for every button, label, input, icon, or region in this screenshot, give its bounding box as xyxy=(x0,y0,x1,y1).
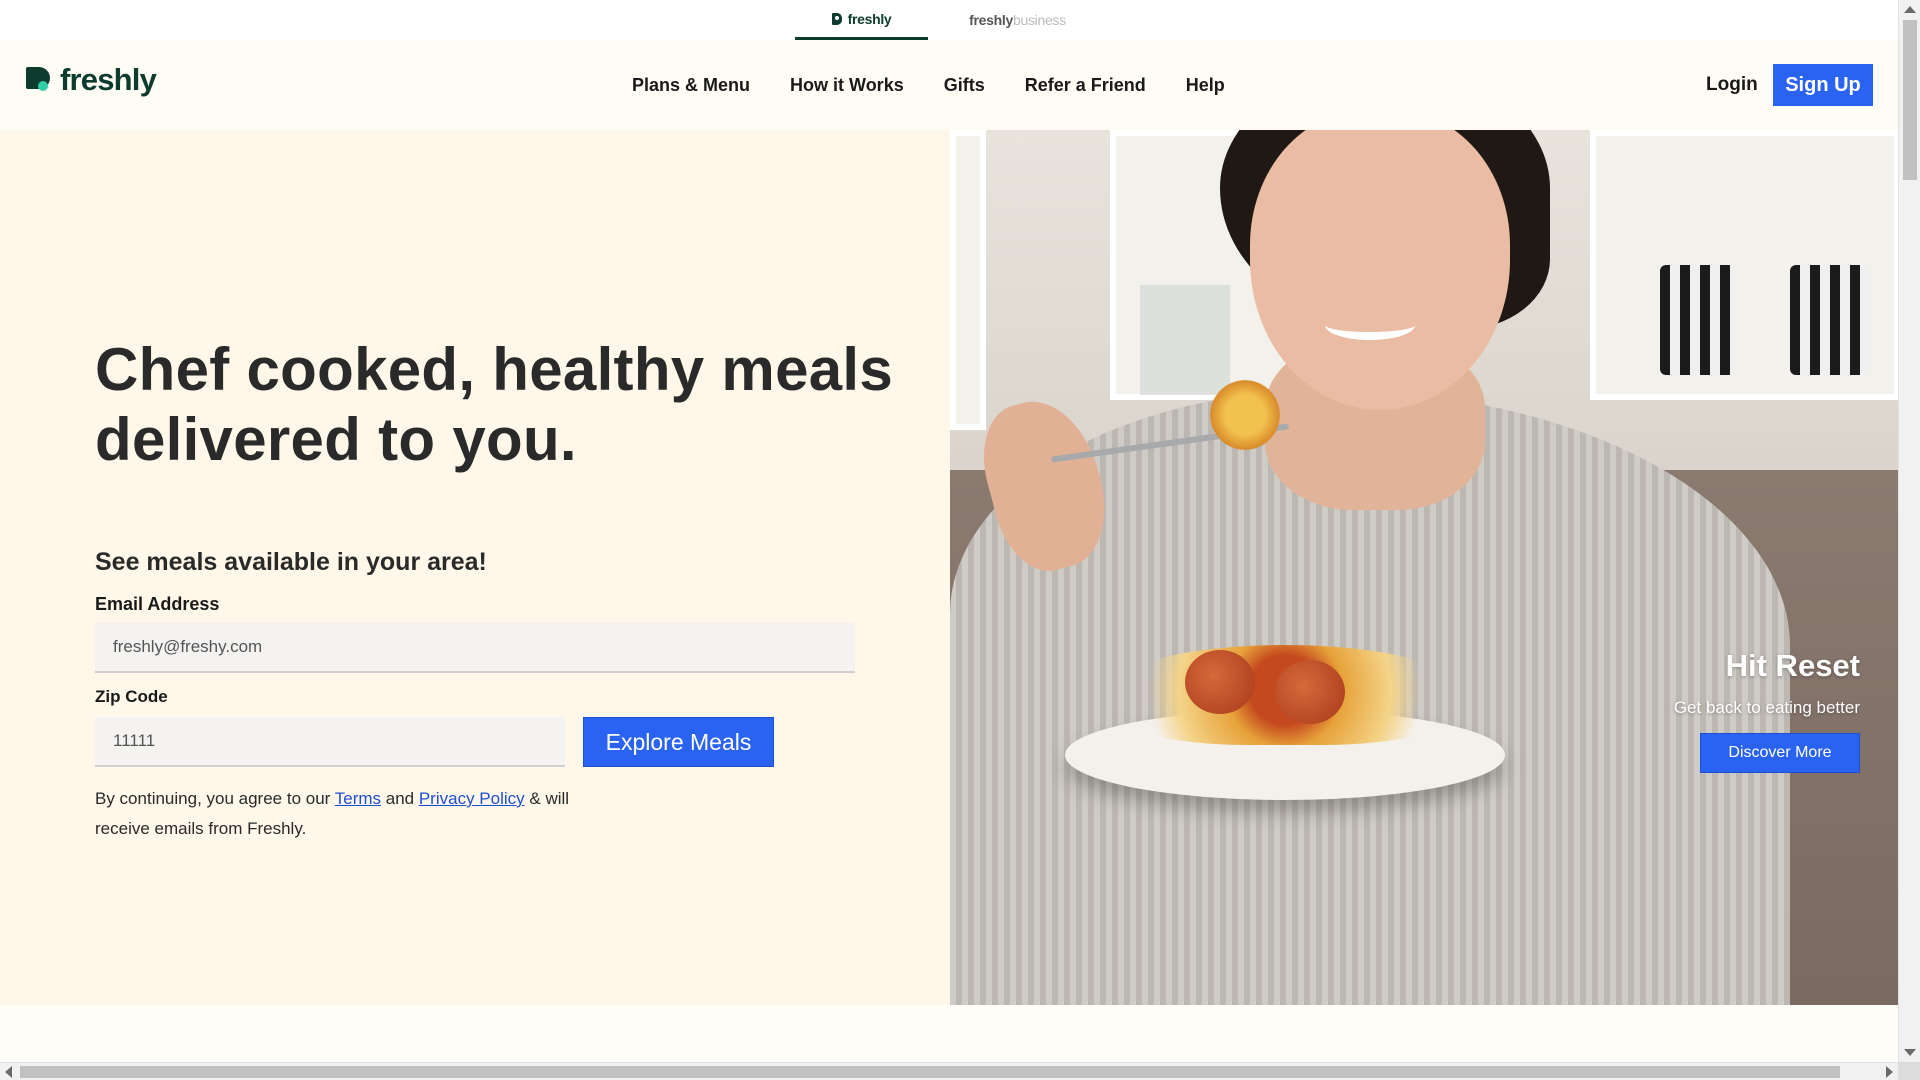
freshly-logo[interactable]: freshly xyxy=(26,60,157,100)
nav-help[interactable]: Help xyxy=(1186,75,1225,96)
brand-tab-business-brand: freshly xyxy=(969,12,1013,28)
meatball xyxy=(1275,660,1345,724)
horizontal-scroll-thumb[interactable] xyxy=(20,1066,1840,1078)
horizontal-scrollbar[interactable] xyxy=(0,1062,1898,1080)
scroll-left-arrow-icon[interactable] xyxy=(5,1066,12,1078)
sign-up-button[interactable]: Sign Up xyxy=(1773,64,1873,106)
login-link[interactable]: Login xyxy=(1706,74,1758,96)
scrollbar-corner xyxy=(1898,1062,1920,1080)
vertical-scrollbar[interactable] xyxy=(1898,0,1920,1062)
promo-subtitle: Get back to eating better xyxy=(1673,698,1860,717)
explore-meals-button[interactable]: Explore Meals xyxy=(583,717,774,767)
kitchen-cabinet xyxy=(950,130,986,430)
nav-gifts[interactable]: Gifts xyxy=(944,75,985,96)
nav-refer-a-friend[interactable]: Refer a Friend xyxy=(1025,75,1146,96)
striped-vase xyxy=(1790,265,1870,375)
brand-tab-business-suffix: business xyxy=(1012,12,1066,28)
privacy-policy-link[interactable]: Privacy Policy xyxy=(419,789,525,808)
site-header: freshly Plans & Menu How it Works Gifts … xyxy=(0,40,1898,130)
brand-tab-freshly-label: freshly xyxy=(847,10,892,27)
face xyxy=(1250,130,1510,410)
hero-signup-panel: Chef cooked, healthy meals delivered to … xyxy=(0,130,950,1005)
zip-code-field[interactable] xyxy=(95,717,565,767)
email-field[interactable] xyxy=(95,623,855,673)
hero-subhead: See meals available in your area! xyxy=(95,548,487,576)
freshly-logo-mark-icon xyxy=(26,67,50,93)
terms-prefix: By continuing, you agree to our xyxy=(95,789,335,808)
logo-text: freshly xyxy=(60,62,157,97)
pasta-on-fork xyxy=(1210,370,1280,460)
scroll-right-arrow-icon[interactable] xyxy=(1886,1066,1893,1078)
terms-notice: By continuing, you agree to our Terms an… xyxy=(95,784,615,844)
scroll-down-arrow-icon[interactable] xyxy=(1904,1049,1916,1056)
striped-vase xyxy=(1660,265,1735,375)
brand-switcher: freshly freshly business xyxy=(0,0,1898,40)
freshly-mini-logo-icon xyxy=(831,12,842,25)
main-nav: Plans & Menu How it Works Gifts Refer a … xyxy=(632,40,1265,130)
vertical-scroll-thumb[interactable] xyxy=(1903,20,1917,180)
zip-label: Zip Code xyxy=(95,687,168,706)
nav-how-it-works[interactable]: How it Works xyxy=(790,75,904,96)
terms-and: and xyxy=(381,789,419,808)
below-fold-section xyxy=(0,1005,1898,1060)
meatball xyxy=(1185,650,1255,714)
terms-link[interactable]: Terms xyxy=(335,789,381,808)
discover-more-button[interactable]: Discover More xyxy=(1700,733,1860,773)
hero-headline: Chef cooked, healthy meals delivered to … xyxy=(95,336,894,473)
brand-tab-freshly[interactable]: freshly xyxy=(795,0,928,40)
promo-title: Hit Reset xyxy=(1725,648,1860,683)
smile xyxy=(1325,310,1415,340)
email-label: Email Address xyxy=(95,594,220,614)
scroll-up-arrow-icon[interactable] xyxy=(1904,6,1916,13)
hero-photo-woman-eating: Hit Reset Get back to eating better Disc… xyxy=(950,130,1900,1005)
brand-tab-freshly-business[interactable]: freshly business xyxy=(950,0,1085,40)
nav-plans-menu[interactable]: Plans & Menu xyxy=(632,75,750,96)
